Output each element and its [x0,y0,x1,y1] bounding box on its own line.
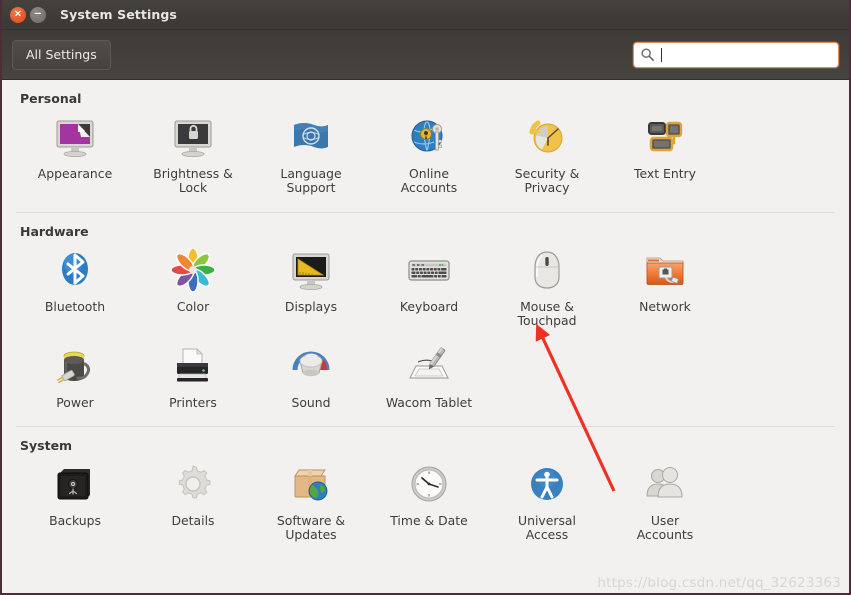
minimize-glyph: − [33,8,43,19]
toolbar: All Settings [2,30,849,80]
all-settings-button[interactable]: All Settings [12,39,111,70]
settings-tile-label: User Accounts [636,512,694,543]
section-hardware: Hardware Bluetooth Color Displays Keyboa… [2,213,849,418]
watermark-text: https://blog.csdn.net/qq_32623363 [597,575,841,591]
settings-tile-details[interactable]: Details [134,455,252,551]
settings-grid: Appearance Brightness & Lock Language Su… [16,108,835,204]
power-icon [51,343,99,391]
displays-icon [287,247,335,295]
settings-tile-color[interactable]: Color [134,241,252,337]
settings-tile-universal-access[interactable]: Universal Access [488,455,606,551]
settings-tile-mouse-touchpad[interactable]: Mouse & Touchpad [488,241,606,337]
settings-tile-label: Text Entry [634,166,696,181]
close-glyph: × [13,8,23,19]
software-updates-icon [287,461,335,509]
appearance-icon [51,114,99,162]
sound-icon [287,343,335,391]
settings-tile-label: Printers [169,394,217,410]
title-bar: × − System Settings [2,0,849,30]
settings-tile-label: Appearance [37,166,113,181]
printers-icon [169,343,217,391]
settings-tile-text-entry[interactable]: Text Entry [606,108,724,204]
settings-tile-label: Details [171,512,215,528]
settings-tile-bluetooth[interactable]: Bluetooth [16,241,134,337]
settings-tile-appearance[interactable]: Appearance [16,108,134,204]
settings-tile-label: Wacom Tablet [385,394,473,410]
settings-tile-label: Backups [49,512,101,528]
settings-tile-label: Security & Privacy [514,166,580,196]
settings-tile-sound[interactable]: Sound [252,337,370,418]
settings-content: Personal Appearance Brightness & Lock La… [2,80,849,593]
settings-grid: Backups Details Software & Updates Time … [16,455,835,551]
color-icon [169,247,217,295]
network-icon [641,247,689,295]
window-title: System Settings [60,7,177,22]
settings-tile-label: Color [176,298,210,314]
settings-tile-label: Power [56,394,94,410]
wacom-tablet-icon [405,343,453,391]
section-system: System Backups Details Software & Update… [2,427,849,551]
settings-tile-label: Online Accounts [400,166,458,196]
online-accounts-icon [405,114,453,162]
settings-tile-label: Network [639,298,691,314]
settings-tile-label: Software & Updates [276,512,346,543]
settings-tile-label: Keyboard [399,298,459,314]
user-accounts-icon [641,461,689,509]
settings-tile-label: Sound [291,394,331,410]
settings-tile-network[interactable]: Network [606,241,724,337]
settings-tile-label: Brightness & Lock [153,166,233,196]
security-privacy-icon [523,114,571,162]
universal-access-icon [523,461,571,509]
search-box[interactable] [633,41,839,68]
backups-icon [51,461,99,509]
settings-tile-label: Mouse & Touchpad [517,298,577,329]
system-settings-window: × − System Settings All Settings Persona… [0,0,851,595]
settings-tile-printers[interactable]: Printers [134,337,252,418]
settings-tile-user-accounts[interactable]: User Accounts [606,455,724,551]
keyboard-icon [405,247,453,295]
section-title: Personal [20,91,82,106]
details-icon [169,461,217,509]
settings-tile-time-date[interactable]: Time & Date [370,455,488,551]
settings-tile-displays[interactable]: Displays [252,241,370,337]
settings-tile-label: Bluetooth [44,298,106,314]
settings-tile-online-accounts[interactable]: Online Accounts [370,108,488,204]
search-icon [641,48,654,61]
search-input[interactable] [661,47,832,62]
settings-tile-power[interactable]: Power [16,337,134,418]
section-title: Hardware [20,223,89,239]
text-entry-icon [641,114,689,162]
settings-tile-wacom-tablet[interactable]: Wacom Tablet [370,337,488,418]
mouse-touchpad-icon [523,247,571,295]
settings-tile-label: Time & Date [390,512,468,528]
settings-tile-backups[interactable]: Backups [16,455,134,551]
settings-tile-security-privacy[interactable]: Security & Privacy [488,108,606,204]
settings-tile-label: Universal Access [518,512,576,543]
settings-tile-label: Language Support [280,166,342,196]
brightness-lock-icon [169,114,217,162]
minimize-icon[interactable]: − [30,6,46,23]
bluetooth-icon [51,247,99,295]
time-date-icon [405,461,453,509]
section-personal: Personal Appearance Brightness & Lock La… [2,80,849,204]
language-support-icon [287,114,335,162]
settings-tile-keyboard[interactable]: Keyboard [370,241,488,337]
settings-tile-language-support[interactable]: Language Support [252,108,370,204]
settings-tile-brightness-lock[interactable]: Brightness & Lock [134,108,252,204]
settings-grid: Bluetooth Color Displays Keyboard Mouse … [16,241,835,418]
close-icon[interactable]: × [10,6,26,23]
all-settings-label: All Settings [26,47,97,62]
section-title: System [20,437,73,453]
settings-tile-label: Displays [284,298,338,314]
settings-tile-software-updates[interactable]: Software & Updates [252,455,370,551]
